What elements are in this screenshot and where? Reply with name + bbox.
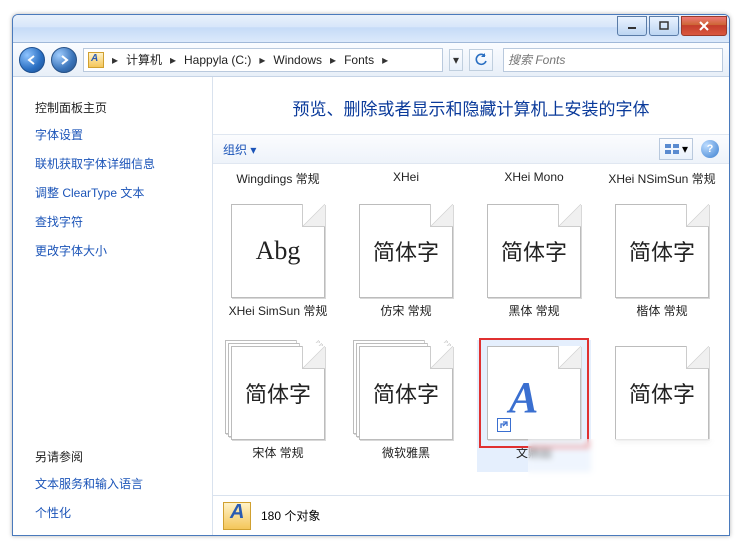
view-button[interactable]: ▾ [659, 138, 693, 160]
sidebar-link[interactable]: 更改字体大小 [35, 236, 198, 265]
sidebar-link[interactable]: 联机获取字体详细信息 [35, 149, 198, 178]
font-thumbnail[interactable]: 简体字 [359, 204, 453, 298]
chevron-right-icon[interactable]: ▸ [108, 50, 122, 70]
close-button[interactable] [681, 16, 727, 36]
font-label: XHei Mono [477, 170, 591, 198]
font-item[interactable]: XHei 简体字仿宋 常规 [349, 170, 463, 330]
breadcrumb-seg[interactable]: Windows [269, 53, 326, 67]
font-label: 宋体 常规 [221, 444, 335, 472]
organize-button[interactable]: 组织 ▾ [223, 141, 256, 158]
sidebar-header: 控制面板主页 [35, 91, 198, 120]
font-item[interactable]: Wingdings 常规 Abg XHei SimSun 常规 [221, 170, 335, 330]
font-item[interactable]: 简体字微软雅黑 [349, 340, 463, 472]
breadcrumb-seg[interactable]: Fonts [340, 53, 378, 67]
search-box[interactable] [503, 48, 723, 72]
sidebar-link[interactable]: 调整 ClearType 文本 [35, 178, 198, 207]
font-thumbnail[interactable]: 简体字 [231, 346, 325, 440]
font-label: XHei SimSun 常规 [221, 302, 335, 330]
breadcrumb[interactable]: A ▸ 计算机 ▸ Happyla (C:) ▸ Windows ▸ Fonts… [83, 48, 443, 72]
font-thumbnail[interactable]: 简体字 [359, 346, 453, 440]
font-label: 黑体 常规 [477, 302, 591, 330]
chevron-right-icon[interactable]: ▸ [255, 50, 269, 70]
page-title: 预览、删除或者显示和隐藏计算机上安装的字体 [213, 77, 729, 134]
folder-fonts-icon: A [88, 52, 104, 68]
font-item[interactable]: XHei Mono 简体字黑体 常规 [477, 170, 591, 330]
seealso-header: 另请参阅 [35, 440, 198, 469]
statusbar: A 180 个对象 [213, 495, 729, 535]
font-label: XHei NSimSun 常规 [605, 170, 719, 198]
font-label: XHei [349, 170, 463, 198]
explorer-window: A ▸ 计算机 ▸ Happyla (C:) ▸ Windows ▸ Fonts… [12, 14, 730, 536]
chevron-right-icon[interactable]: ▸ [378, 50, 392, 70]
font-item[interactable]: 简体字宋体 常规 [221, 340, 335, 472]
toolbar: 组织 ▾ ▾ ? [213, 134, 729, 164]
navbar: A ▸ 计算机 ▸ Happyla (C:) ▸ Windows ▸ Fonts… [13, 43, 729, 77]
sidebar: 控制面板主页 字体设置 联机获取字体详细信息 调整 ClearType 文本 查… [13, 77, 213, 535]
minimize-button[interactable] [617, 16, 647, 36]
forward-button[interactable] [51, 47, 77, 73]
font-thumbnail[interactable]: 简体字 [487, 204, 581, 298]
maximize-button[interactable] [649, 16, 679, 36]
chevron-right-icon[interactable]: ▸ [166, 50, 180, 70]
titlebar[interactable] [13, 15, 729, 43]
refresh-button[interactable] [469, 49, 493, 71]
font-item[interactable]: XHei NSimSun 常规简体字楷体 常规 [605, 170, 719, 330]
font-thumbnail[interactable]: A [487, 346, 581, 440]
font-label: 楷体 常规 [605, 302, 719, 330]
sidebar-link[interactable]: 个性化 [35, 498, 198, 527]
breadcrumb-dropdown[interactable]: ▾ [449, 49, 463, 71]
sidebar-link[interactable]: 查找字符 [35, 207, 198, 236]
font-label: 仿宋 常规 [349, 302, 463, 330]
font-thumbnail[interactable]: Abg [231, 204, 325, 298]
shortcut-icon [497, 418, 511, 432]
search-input[interactable] [508, 53, 718, 67]
status-count: 180 个对象 [261, 507, 320, 524]
font-thumbnail[interactable]: 简体字 [615, 204, 709, 298]
sidebar-link[interactable]: 文本服务和输入语言 [35, 469, 198, 498]
folder-fonts-icon: A [223, 502, 251, 530]
help-icon[interactable]: ? [701, 140, 719, 158]
breadcrumb-seg[interactable]: 计算机 [122, 51, 166, 68]
chevron-right-icon[interactable]: ▸ [326, 50, 340, 70]
font-label: Wingdings 常规 [221, 170, 335, 198]
breadcrumb-seg[interactable]: Happyla (C:) [180, 53, 255, 67]
sidebar-link[interactable]: 字体设置 [35, 120, 198, 149]
font-label: 微软雅黑 [349, 444, 463, 472]
back-button[interactable] [19, 47, 45, 73]
blur-overlay [528, 439, 728, 495]
font-thumbnail[interactable]: 简体字 [615, 346, 709, 440]
